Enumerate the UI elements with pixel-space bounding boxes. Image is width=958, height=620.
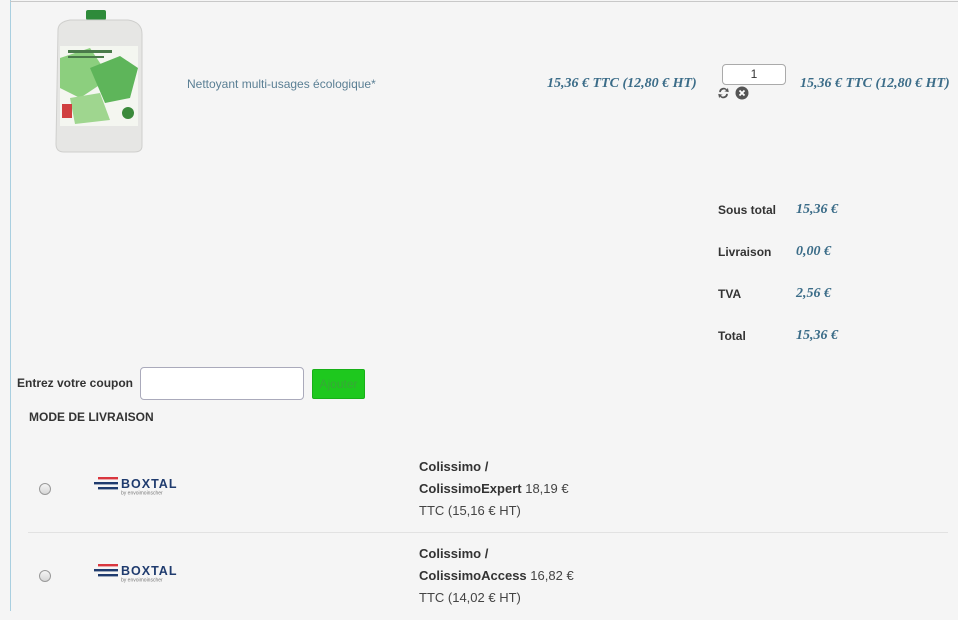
carrier-name: Colissimo /: [419, 546, 489, 561]
remove-icon[interactable]: [735, 86, 749, 100]
coupon-input[interactable]: [140, 367, 304, 400]
shipping-radio[interactable]: [39, 483, 51, 495]
refresh-icon[interactable]: [716, 86, 731, 100]
total-value: 15,36 €: [796, 328, 838, 343]
shipping-option[interactable]: BOXTAL by envoimoinscher Colissimo / Col…: [28, 447, 948, 533]
quantity-input[interactable]: 1: [722, 64, 786, 85]
service-name: ColissimoExpert: [419, 481, 522, 496]
product-line-total: 15,36 € TTC (12,80 € HT): [800, 76, 950, 91]
logo-text: BOXTAL: [121, 564, 177, 578]
shipping-price: 16,82 €: [530, 568, 574, 583]
boxtal-logo: BOXTAL by envoimoinscher: [94, 564, 177, 584]
shipping-cost-label: Livraison: [718, 245, 772, 259]
shipping-radio[interactable]: [39, 570, 51, 582]
product-name[interactable]: Nettoyant multi-usages écologique*: [187, 77, 376, 91]
shipping-cost-value: 0,00 €: [796, 244, 831, 259]
carrier-name: Colissimo /: [419, 459, 489, 474]
total-label: Total: [718, 329, 746, 343]
logo-subtext: by envoimoinscher: [121, 491, 163, 497]
shipping-option[interactable]: BOXTAL by envoimoinscher Colissimo / Col…: [28, 534, 948, 620]
service-name: ColissimoAccess: [419, 568, 527, 583]
tax-value: 2,56 €: [796, 286, 831, 301]
subtotal-label: Sous total: [718, 203, 777, 217]
shipping-price-detail: TTC (15,16 € HT): [419, 503, 521, 518]
coupon-label: Entrez votre coupon: [17, 376, 134, 390]
logo-text: BOXTAL: [121, 477, 177, 491]
add-coupon-button[interactable]: Ajouter: [312, 369, 365, 399]
product-image[interactable]: [50, 8, 148, 153]
top-border: [10, 1, 958, 2]
logo-subtext: by envoimoinscher: [121, 578, 163, 584]
boxtal-logo: BOXTAL by envoimoinscher: [94, 477, 177, 497]
tax-label: TVA: [718, 287, 742, 301]
shipping-price-detail: TTC (14,02 € HT): [419, 590, 521, 605]
shipping-option-description: Colissimo / ColissimoAccess 16,82 € TTC …: [419, 543, 619, 609]
shipping-price: 18,19 €: [525, 481, 569, 496]
product-unit-price: 15,36 € TTC (12,80 € HT): [547, 76, 697, 91]
left-border: [10, 0, 11, 611]
shipping-option-description: Colissimo / ColissimoExpert 18,19 € TTC …: [419, 456, 619, 522]
subtotal-value: 15,36 €: [796, 202, 838, 217]
shipping-section-title: MODE DE LIVRAISON: [29, 410, 154, 424]
